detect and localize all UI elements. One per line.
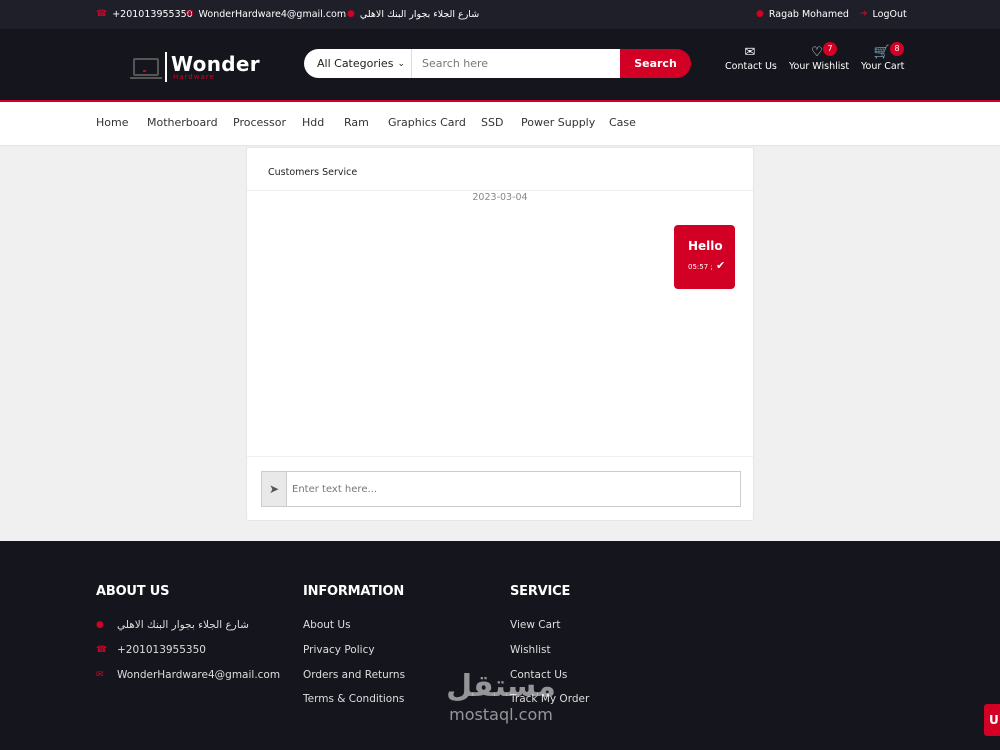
floating-action-button[interactable]: U bbox=[984, 704, 1000, 736]
paper-plane-icon: ➤ bbox=[268, 482, 280, 496]
category-select-value: All Categories bbox=[317, 57, 394, 70]
send-button[interactable]: ➤ bbox=[262, 472, 287, 506]
user-icon: ● bbox=[756, 9, 764, 19]
footer-address-text: شارع الجلاء بجوار البنك الاهلي bbox=[117, 619, 249, 631]
search-bar: All Categories ⌄ Search bbox=[304, 49, 691, 78]
chat-title: Customers Service bbox=[268, 167, 358, 178]
nav-item-ssd[interactable]: SSD bbox=[481, 102, 503, 146]
nav-item-motherboard[interactable]: Motherboard bbox=[147, 102, 218, 146]
wishlist-label: Your Wishlist bbox=[789, 61, 850, 72]
logout-link[interactable]: ➜ LogOut bbox=[860, 0, 907, 29]
contact-us-button[interactable]: ✉ Contact Us bbox=[725, 44, 777, 78]
envelope-icon: ✉ bbox=[96, 670, 104, 680]
nav-item-graphics-card[interactable]: Graphics Card bbox=[388, 102, 466, 146]
footer-phone[interactable]: ☎ +201013955350 bbox=[96, 644, 206, 656]
topbar-user[interactable]: ● Ragab Mohamed bbox=[756, 0, 849, 29]
message-text: Hello bbox=[688, 239, 723, 253]
cart-label: Your Cart bbox=[861, 61, 905, 72]
mostaql-watermark: مستقل mostaql.com bbox=[438, 670, 564, 736]
footer-link-orders-returns[interactable]: Orders and Returns bbox=[303, 669, 405, 681]
footer-link-about-us[interactable]: About Us bbox=[303, 619, 351, 631]
footer-about-heading: ABOUT US bbox=[96, 584, 170, 599]
phone-icon: ☎ bbox=[96, 645, 108, 655]
chat-footer-divider bbox=[247, 456, 753, 457]
topbar-address-text: شارع الجلاء بجوار البنك الاهلي bbox=[359, 9, 480, 20]
topbar-phone-text: +201013955350 bbox=[112, 9, 193, 20]
logout-text: LogOut bbox=[872, 9, 907, 20]
message-input[interactable] bbox=[287, 472, 740, 506]
footer-email[interactable]: ✉ WonderHardware4@gmail.com bbox=[96, 669, 280, 681]
topbar-email[interactable]: ✉ WonderHardware4@gmail.com bbox=[186, 0, 346, 29]
cart-button[interactable]: 🛒 8 Your Cart bbox=[861, 42, 905, 78]
message-time: 05:57 ; bbox=[688, 263, 713, 271]
footer-link-terms[interactable]: Terms & Conditions bbox=[303, 693, 404, 705]
category-select[interactable]: All Categories ⌄ bbox=[304, 49, 412, 78]
logo-subtitle: Hardware bbox=[173, 72, 215, 81]
chat-date: 2023-03-04 bbox=[472, 192, 528, 203]
map-marker-icon: ● bbox=[347, 9, 355, 19]
message-bubble[interactable]: Hello 05:57 ; ✔ bbox=[674, 225, 735, 289]
watermark-arabic: مستقل bbox=[446, 669, 556, 704]
footer-link-view-cart[interactable]: View Cart bbox=[510, 619, 560, 631]
footer-email-text: WonderHardware4@gmail.com bbox=[117, 669, 281, 681]
phone-icon: ☎ bbox=[96, 9, 108, 19]
logo-divider bbox=[165, 52, 167, 82]
logo-brand: Wonder bbox=[171, 51, 260, 76]
chevron-down-icon: ⌄ bbox=[397, 58, 405, 69]
message-composer: ➤ bbox=[261, 471, 741, 507]
wishlist-button[interactable]: ♡ 7 Your Wishlist bbox=[789, 42, 849, 78]
nav-item-power-supply[interactable]: Power Supply bbox=[521, 102, 595, 146]
nav-item-ram[interactable]: Ram bbox=[344, 102, 369, 146]
topbar-address[interactable]: ● شارع الجلاء بجوار البنك الاهلي bbox=[347, 0, 479, 29]
nav-item-hdd[interactable]: Hdd bbox=[302, 102, 324, 146]
footer-phone-text: +201013955350 bbox=[117, 644, 206, 656]
nav-item-processor[interactable]: Processor bbox=[233, 102, 286, 146]
chat-header-divider bbox=[247, 190, 753, 191]
footer-information-heading: INFORMATION bbox=[303, 584, 405, 599]
check-icon: ✔ bbox=[716, 259, 726, 272]
wishlist-count-badge: 7 bbox=[823, 42, 837, 56]
laptop-logo-icon bbox=[130, 58, 162, 79]
footer-service-heading: SERVICE bbox=[510, 584, 571, 599]
watermark-latin: mostaql.com bbox=[449, 705, 553, 724]
envelope-icon: ✉ bbox=[744, 45, 756, 60]
footer-address: ● شارع الجلاء بجوار البنك الاهلي bbox=[96, 619, 249, 631]
chat-panel: Customers Service 2023-03-04 Hello 05:57… bbox=[246, 147, 754, 521]
cart-count-badge: 8 bbox=[890, 42, 904, 56]
footer-link-wishlist[interactable]: Wishlist bbox=[510, 644, 551, 656]
category-nav: Home Motherboard Processor Hdd Ram Graph… bbox=[0, 102, 1000, 146]
footer-link-privacy-policy[interactable]: Privacy Policy bbox=[303, 644, 375, 656]
nav-item-home[interactable]: Home bbox=[96, 102, 128, 146]
site-logo[interactable]: Wonder Hardware bbox=[130, 51, 260, 83]
nav-item-case[interactable]: Case bbox=[609, 102, 636, 146]
sign-out-icon: ➜ bbox=[860, 9, 868, 19]
envelope-icon: ✉ bbox=[186, 9, 194, 19]
search-button[interactable]: Search bbox=[620, 49, 691, 78]
topbar-user-name: Ragab Mohamed bbox=[768, 9, 849, 20]
search-input[interactable] bbox=[412, 49, 620, 78]
contact-us-label: Contact Us bbox=[725, 61, 777, 72]
topbar-email-text: WonderHardware4@gmail.com bbox=[198, 9, 347, 20]
topbar-phone[interactable]: ☎ +201013955350 bbox=[96, 0, 193, 29]
map-marker-icon: ● bbox=[96, 620, 104, 630]
top-bar: ☎ +201013955350 ✉ WonderHardware4@gmail.… bbox=[0, 0, 1000, 29]
